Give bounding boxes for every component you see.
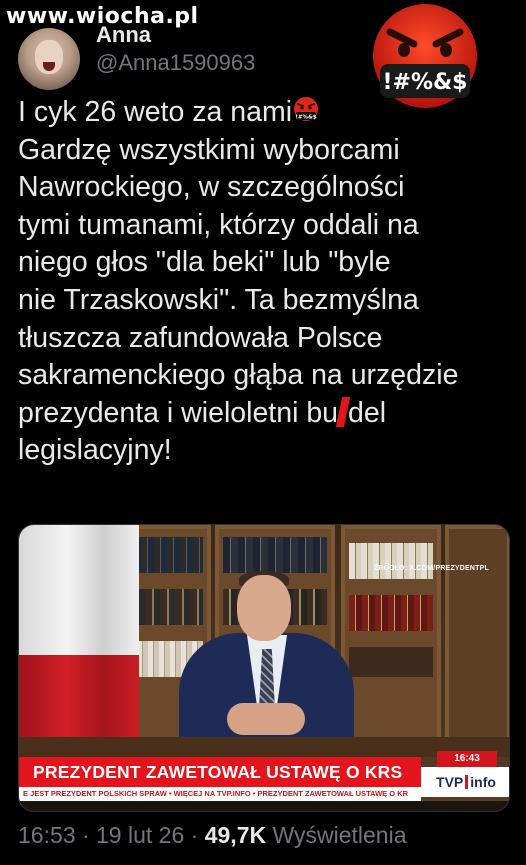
tweet-line: legislacyjny! xyxy=(18,434,172,467)
meta-separator: · xyxy=(75,822,97,848)
person-hands xyxy=(227,703,305,735)
bookcase xyxy=(445,525,509,755)
tweet-line: sakramenckiego głąba na urzędzie xyxy=(18,359,459,392)
tvp-info-logo: TVP info xyxy=(421,767,509,797)
news-headline: PREZYDENT ZAWETOWAŁ USTAWĘ O KRS xyxy=(19,757,421,787)
tweet-line: tymi tumanami, którzy oddali na xyxy=(18,208,419,241)
tweet-line: prezydenta i wieloletni bu del xyxy=(18,395,508,433)
tweet-line-text: del xyxy=(348,396,387,429)
avatar[interactable] xyxy=(18,28,80,90)
tweet-date[interactable]: 19 lut 26 xyxy=(96,822,184,848)
tvp-logo-text: TVP xyxy=(436,774,464,790)
tweet-meta: 16:53 · 19 lut 26 · 49,7K Wyświetlenia xyxy=(18,822,518,849)
polish-flag-white xyxy=(19,525,139,660)
tweet-line-text: prezydenta i wieloletni bu xyxy=(18,396,339,429)
tweet-line: I cyk 26 weto za nami !#%&$ xyxy=(18,94,508,132)
books xyxy=(349,595,433,631)
tweet-line-text: I cyk 26 weto za nami xyxy=(18,96,293,128)
view-count[interactable]: 49,7K xyxy=(205,822,266,848)
tweet-body: I cyk 26 weto za nami !#%&$ Gardzę wszyst… xyxy=(18,94,508,470)
tweet-line: tłuszcza zafundowała Polsce xyxy=(18,321,383,354)
emoji-symbols: !#%&$ xyxy=(382,70,467,95)
books xyxy=(349,543,433,579)
ticker-time: 16:43 xyxy=(437,751,497,767)
tweet-line: niego głos "dla beki" lub "byle xyxy=(18,246,391,279)
bookcase xyxy=(341,525,441,755)
meta-separator: · xyxy=(184,822,205,848)
angry-face-with-symbols-icon: !#%&$ xyxy=(294,97,319,121)
tweet-line: Gardzę wszystkimi wyborcami xyxy=(18,133,400,166)
news-crawl: E JEST PREZYDENT POLSKICH SPRAW • WIĘCEJ… xyxy=(19,787,421,801)
author-handle[interactable]: @Anna1590963 xyxy=(96,50,255,76)
tvp-logo-suffix: info xyxy=(470,774,496,790)
views-label: Wyświetlenia xyxy=(266,822,407,848)
tweet-line: nie Trzaskowski". Ta bezmyślna xyxy=(18,283,419,316)
picture-frames xyxy=(349,647,433,677)
tweet-media-image[interactable]: ŹRÓDŁO: X.COM/PREZYDENTPL 16:43 PREZYDEN… xyxy=(18,524,510,812)
media-bottom-strip xyxy=(19,801,509,811)
source-label: ŹRÓDŁO: X.COM/PREZYDENTPL xyxy=(373,565,489,572)
tvp-logo-bar xyxy=(465,775,469,789)
site-watermark: www.wiocha.pl xyxy=(6,4,199,29)
tweet-line: Nawrockiego, w szczególności xyxy=(18,171,405,204)
person-head xyxy=(237,575,291,641)
emoji-symbols: !#%&$ xyxy=(295,115,316,121)
books xyxy=(223,537,327,573)
tweet-time[interactable]: 16:53 xyxy=(18,822,76,848)
